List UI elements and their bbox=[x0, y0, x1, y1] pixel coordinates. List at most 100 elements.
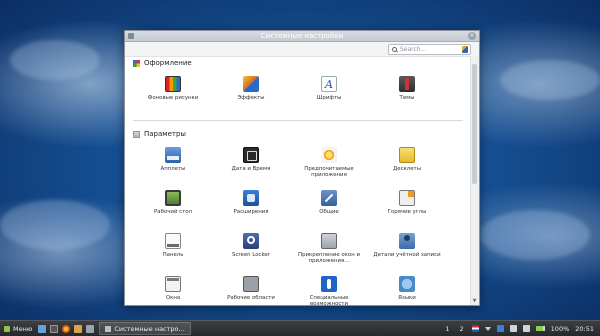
applets-icon bbox=[165, 147, 181, 163]
settings-item-themes[interactable]: Темы bbox=[369, 70, 445, 114]
system-settings-window: Системные настройки × Оформление Фоновые… bbox=[124, 30, 480, 306]
settings-item-windows[interactable]: Окна bbox=[135, 270, 211, 305]
wallpaper-wave bbox=[500, 60, 600, 100]
desklets-icon bbox=[399, 147, 415, 163]
terminal-icon[interactable] bbox=[50, 324, 59, 333]
effects-icon bbox=[243, 76, 259, 92]
settings-item-fonts[interactable]: A Шрифты bbox=[291, 70, 367, 114]
general-icon bbox=[321, 190, 337, 206]
section-divider bbox=[133, 120, 463, 121]
settings-item-hot-corners[interactable]: Горячие углы bbox=[369, 184, 445, 227]
settings-item-desktop[interactable]: Рабочий стол bbox=[135, 184, 211, 227]
network-icon[interactable] bbox=[522, 325, 530, 332]
windows-icon bbox=[165, 276, 181, 292]
menu-label: Меню bbox=[13, 324, 33, 333]
bluetooth-icon[interactable] bbox=[496, 325, 504, 332]
settings-item-screen-locker[interactable]: Screen Locker bbox=[213, 227, 289, 270]
fonts-icon: A bbox=[321, 76, 337, 92]
settings-item-desklets[interactable]: Десклеты bbox=[369, 141, 445, 184]
chevron-down-icon[interactable] bbox=[484, 326, 491, 331]
extensions-icon bbox=[243, 190, 259, 206]
settings-item-applets[interactable]: Апплеты bbox=[135, 141, 211, 184]
settings-item-window-snapping[interactable]: Прикрепление окон и приложения... bbox=[291, 227, 367, 270]
item-label: Рабочие области bbox=[227, 295, 275, 301]
workspaces-icon bbox=[243, 276, 259, 292]
languages-icon bbox=[399, 276, 415, 292]
panel-icon bbox=[165, 233, 181, 249]
wallpaper-wave bbox=[0, 200, 110, 250]
files-icon[interactable] bbox=[74, 324, 83, 333]
show-desktop-icon[interactable] bbox=[38, 324, 47, 333]
item-label: Эффекты bbox=[237, 95, 265, 101]
vertical-scrollbar[interactable]: ▼ bbox=[470, 56, 479, 305]
item-label: Рабочий стол bbox=[154, 209, 192, 215]
wallpaper-icon bbox=[165, 76, 181, 92]
item-label: Языки bbox=[398, 295, 416, 301]
settings-window-icon bbox=[105, 325, 112, 332]
appearance-section-header: Оформление bbox=[125, 56, 471, 70]
themes-icon bbox=[399, 76, 415, 92]
taskbar: Меню Системные настро... 1 2 100% 20:51 bbox=[0, 320, 600, 336]
item-label: Расширения bbox=[233, 209, 269, 215]
toolbar bbox=[125, 42, 479, 57]
preferred-apps-icon bbox=[321, 147, 337, 163]
settings-item-account-details[interactable]: Детали учётной записи bbox=[369, 227, 445, 270]
desktop-icon bbox=[165, 190, 181, 206]
window-snapping-icon bbox=[321, 233, 337, 249]
date-time-icon bbox=[243, 147, 259, 163]
scroll-down-icon[interactable]: ▼ bbox=[472, 299, 477, 304]
item-label: Темы bbox=[399, 95, 415, 101]
settings-item-extensions[interactable]: Расширения bbox=[213, 184, 289, 227]
workspace-1-button[interactable]: 1 bbox=[443, 325, 451, 333]
preferences-title: Параметры bbox=[144, 130, 186, 138]
settings-item-date-time[interactable]: Дата и Время bbox=[213, 141, 289, 184]
scrollbar-thumb[interactable] bbox=[472, 64, 477, 184]
keyboard-layout-flag-icon[interactable] bbox=[471, 325, 479, 332]
wallpaper-wave bbox=[480, 210, 590, 260]
firefox-icon[interactable] bbox=[62, 324, 71, 333]
item-label: Дата и Время bbox=[231, 166, 271, 172]
menu-button[interactable]: Меню bbox=[0, 321, 36, 336]
screen-locker-icon bbox=[243, 233, 259, 249]
taskbar-window-label: Системные настро... bbox=[114, 324, 185, 333]
accessibility-icon bbox=[321, 276, 337, 292]
window-title: Системные настройки bbox=[260, 32, 344, 40]
settings-item-effects[interactable]: Эффекты bbox=[213, 70, 289, 114]
settings-item-workspaces[interactable]: Рабочие области bbox=[213, 270, 289, 305]
item-label: Десклеты bbox=[393, 166, 421, 172]
item-label: Детали учётной записи bbox=[373, 252, 441, 258]
item-label: Окна bbox=[165, 295, 181, 301]
item-label: Прикрепление окон и приложения... bbox=[298, 252, 360, 264]
hot-corners-icon bbox=[399, 190, 415, 206]
settings-item-languages[interactable]: Языки bbox=[369, 270, 445, 305]
settings-item-accessibility[interactable]: Специальные возможности bbox=[291, 270, 367, 305]
app-launcher-icon[interactable] bbox=[86, 324, 95, 333]
volume-icon[interactable] bbox=[509, 325, 517, 332]
preferences-icon bbox=[133, 130, 140, 138]
settings-item-preferred-apps[interactable]: Предпочитаемые приложения bbox=[291, 141, 367, 184]
appearance-grid: Фоновые рисунки Эффекты A Шрифты Темы bbox=[125, 70, 471, 114]
workspace-2-button[interactable]: 2 bbox=[458, 325, 466, 333]
close-button[interactable]: × bbox=[468, 32, 476, 40]
search-input[interactable] bbox=[400, 46, 456, 53]
appearance-icon bbox=[133, 59, 140, 67]
item-label: Апплеты bbox=[160, 166, 186, 172]
item-label: Общие bbox=[319, 209, 339, 215]
item-label: Предпочитаемые приложения bbox=[304, 166, 354, 178]
taskbar-window-button[interactable]: Системные настро... bbox=[99, 322, 191, 335]
preferences-section-header: Параметры bbox=[125, 127, 471, 141]
settings-item-panel[interactable]: Панель bbox=[135, 227, 211, 270]
title-bar[interactable]: Системные настройки × bbox=[125, 31, 479, 42]
settings-content: Оформление Фоновые рисунки Эффекты A Шри… bbox=[125, 56, 471, 305]
settings-item-general[interactable]: Общие bbox=[291, 184, 367, 227]
battery-percent: 100% bbox=[550, 324, 570, 333]
item-label: Горячие углы bbox=[387, 209, 427, 215]
account-details-icon bbox=[399, 233, 415, 249]
preferences-grid: Апплеты Дата и Время Предпочитаемые прил… bbox=[125, 141, 471, 305]
clear-search-icon[interactable] bbox=[462, 46, 468, 53]
clock[interactable]: 20:51 bbox=[575, 325, 594, 333]
search-box[interactable] bbox=[388, 44, 471, 55]
battery-icon[interactable] bbox=[535, 326, 545, 331]
item-label: Специальные возможности bbox=[309, 295, 349, 305]
settings-item-wallpaper[interactable]: Фоновые рисунки bbox=[135, 70, 211, 114]
